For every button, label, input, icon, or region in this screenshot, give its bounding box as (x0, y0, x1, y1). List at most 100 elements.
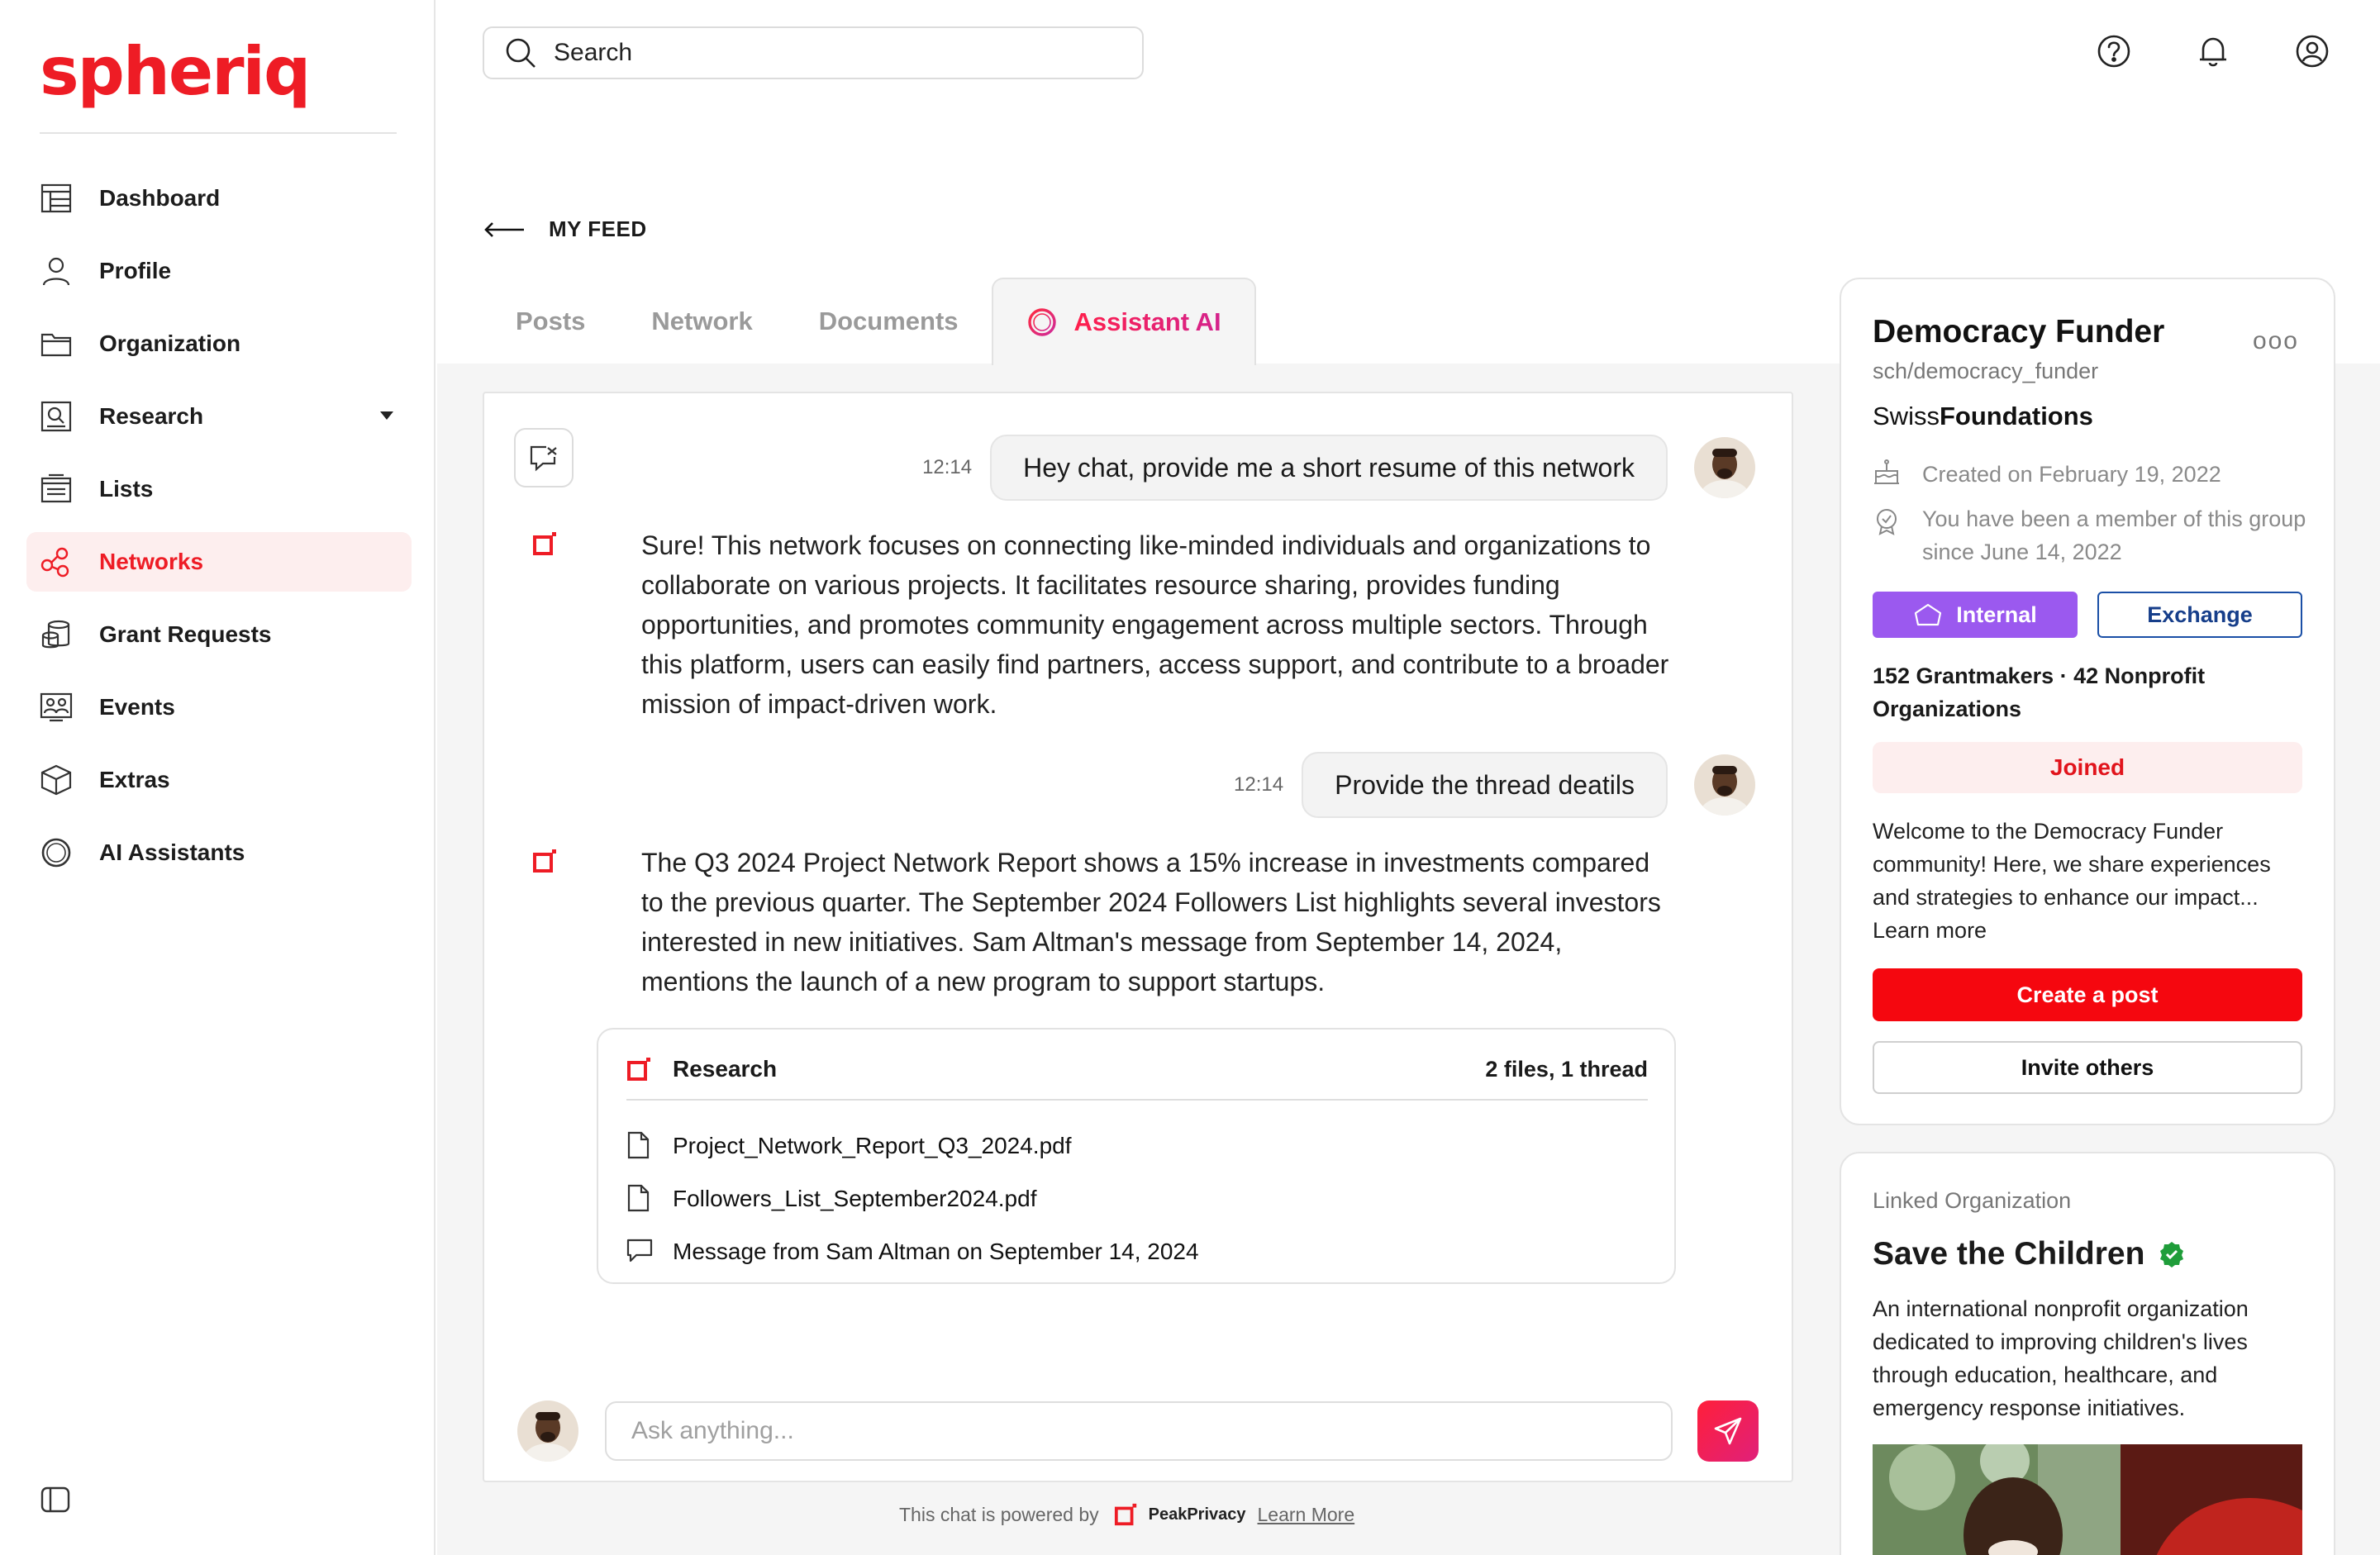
user-icon (40, 254, 73, 288)
linked-org-title[interactable]: Save the Children (1873, 1236, 2186, 1272)
send-button[interactable] (1697, 1400, 1759, 1462)
research-file-item[interactable]: Followers_List_September2024.pdf (626, 1178, 1036, 1220)
badge-check-icon (1873, 507, 1902, 537)
message-time: 12:14 (1234, 773, 1284, 796)
file-icon (626, 1184, 653, 1214)
tab-documents[interactable]: Documents (786, 278, 992, 365)
tab-label: Assistant AI (1073, 307, 1221, 336)
invite-others-button[interactable]: Invite others (1873, 1041, 2302, 1094)
message-text: The Q3 2024 Project Network Report shows… (641, 848, 1661, 996)
help-icon[interactable] (2096, 33, 2132, 69)
research-file-item[interactable]: Project_Network_Report_Q3_2024.pdf (626, 1125, 1072, 1167)
sidebar-item-events[interactable]: Events (26, 678, 412, 737)
sidebar-item-dashboard[interactable]: Dashboard (26, 169, 412, 228)
network-title: Democracy Funder (1873, 314, 2165, 350)
internal-badge[interactable]: Internal (1873, 592, 2078, 638)
user-message: 12:14 Hey chat, provide me a short resum… (922, 435, 1755, 501)
sidebar-item-lists[interactable]: Lists (26, 459, 412, 519)
box-icon (40, 763, 73, 797)
network-description: Welcome to the Democracy Funder communit… (1873, 819, 2271, 943)
network-icon (40, 545, 73, 578)
app-logo[interactable]: spheriq (40, 33, 311, 110)
events-icon (40, 691, 73, 724)
sidebar-item-label: Lists (99, 476, 154, 502)
avatar (1694, 754, 1755, 816)
bell-icon[interactable] (2195, 33, 2231, 69)
chat-panel: 12:14 Hey chat, provide me a short resum… (483, 392, 1793, 1482)
back-arrow-icon[interactable] (483, 220, 526, 240)
chevron-down-icon[interactable] (380, 411, 393, 420)
network-organization[interactable]: SwissFoundations (1873, 402, 2093, 431)
tab-posts[interactable]: Posts (483, 278, 618, 365)
joined-button[interactable]: Joined (1873, 742, 2302, 793)
sidebar-item-extras[interactable]: Extras (26, 750, 412, 810)
list-icon (40, 473, 73, 506)
search-bar[interactable]: Search (483, 26, 1144, 79)
assistant-message: Sure! This network focuses on connecting… (532, 525, 1673, 724)
message-bubble: Hey chat, provide me a short resume of t… (990, 435, 1668, 501)
verified-icon (2158, 1240, 2186, 1268)
learn-more-link[interactable]: Learn More (1258, 1504, 1355, 1526)
sidebar-item-grant-requests[interactable]: Grant Requests (26, 605, 412, 664)
exchange-badge[interactable]: Exchange (2097, 592, 2302, 638)
org-name-prefix: Swiss (1873, 402, 1940, 430)
message-bubble: Provide the thread deatils (1302, 752, 1668, 818)
house-icon (1913, 602, 1943, 627)
tab-assistant-ai[interactable]: Assistant AI (991, 278, 1256, 365)
tab-label: Posts (516, 307, 586, 335)
assistant-message: The Q3 2024 Project Network Report shows… (532, 843, 1673, 1001)
avatar (517, 1400, 578, 1462)
create-post-button[interactable]: Create a post (1873, 968, 2302, 1021)
sidebar-item-label: Grant Requests (99, 621, 272, 647)
tab-network[interactable]: Network (618, 278, 785, 365)
user-message: 12:14 Provide the thread deatils (1234, 752, 1755, 818)
tab-label: Network (651, 307, 753, 335)
internal-badge-label: Internal (1956, 602, 2037, 627)
created-date: Created on February 19, 2022 (1922, 462, 2221, 487)
avatar (1694, 437, 1755, 498)
sidebar-item-research[interactable]: Research (26, 387, 412, 446)
breadcrumb-label: MY FEED (549, 216, 647, 241)
sidebar-item-label: Dashboard (99, 185, 221, 211)
sidebar-item-organization[interactable]: Organization (26, 314, 412, 373)
powered-by: This chat is powered by PeakPrivacy Lear… (899, 1502, 1354, 1527)
linked-org-photo (1873, 1444, 2302, 1555)
file-name: Project_Network_Report_Q3_2024.pdf (673, 1133, 1072, 1158)
sidebar-item-label: Extras (99, 767, 170, 792)
peakprivacy-logo-icon (1114, 1502, 1139, 1527)
ask-input[interactable] (605, 1401, 1673, 1461)
new-chat-button[interactable] (514, 428, 574, 487)
dashboard-icon (40, 182, 73, 215)
file-name: Followers_List_September2024.pdf (673, 1186, 1037, 1211)
message-text: Sure! This network focuses on connecting… (641, 530, 1669, 719)
sidebar-item-label: Networks (99, 549, 204, 574)
assistant-logo-icon (532, 848, 559, 874)
collapse-sidebar-icon[interactable] (40, 1484, 73, 1517)
account-icon[interactable] (2294, 33, 2330, 69)
ai-ring-icon (40, 836, 73, 869)
exchange-badge-label: Exchange (2147, 602, 2253, 627)
more-options-icon[interactable]: ooo (2253, 327, 2299, 355)
file-icon (626, 1131, 653, 1161)
assistant-logo-icon (532, 530, 559, 557)
breadcrumb[interactable]: MY FEED (483, 216, 647, 242)
cake-icon (1873, 458, 1902, 487)
sidebar-item-label: Events (99, 694, 175, 720)
research-icon (40, 400, 73, 433)
folder-icon (40, 327, 73, 360)
coins-icon (40, 618, 73, 651)
search-icon (504, 36, 537, 69)
sidebar-item-profile[interactable]: Profile (26, 241, 412, 301)
divider (626, 1099, 1648, 1101)
feed-tabs: Posts Network Documents Assistant AI (483, 278, 1256, 365)
linked-organization-card: Linked Organization Save the Children An… (1840, 1152, 2335, 1555)
research-header: Research 2 files, 1 thread (626, 1048, 1648, 1091)
research-thread-item[interactable]: Message from Sam Altman on September 14,… (626, 1231, 1199, 1272)
network-stats: 152 Grantmakers · 42 Nonprofit Organizat… (1873, 663, 2206, 721)
powered-by-brand: PeakPrivacy (1148, 1505, 1246, 1524)
thread-name: Message from Sam Altman on September 14,… (673, 1239, 1199, 1264)
sidebar-item-ai-assistants[interactable]: AI Assistants (26, 823, 412, 882)
sidebar-item-networks[interactable]: Networks (26, 532, 412, 592)
sidebar: spheriq Dashboard Profile Organization R… (0, 0, 436, 1555)
chat-composer (517, 1400, 1759, 1462)
